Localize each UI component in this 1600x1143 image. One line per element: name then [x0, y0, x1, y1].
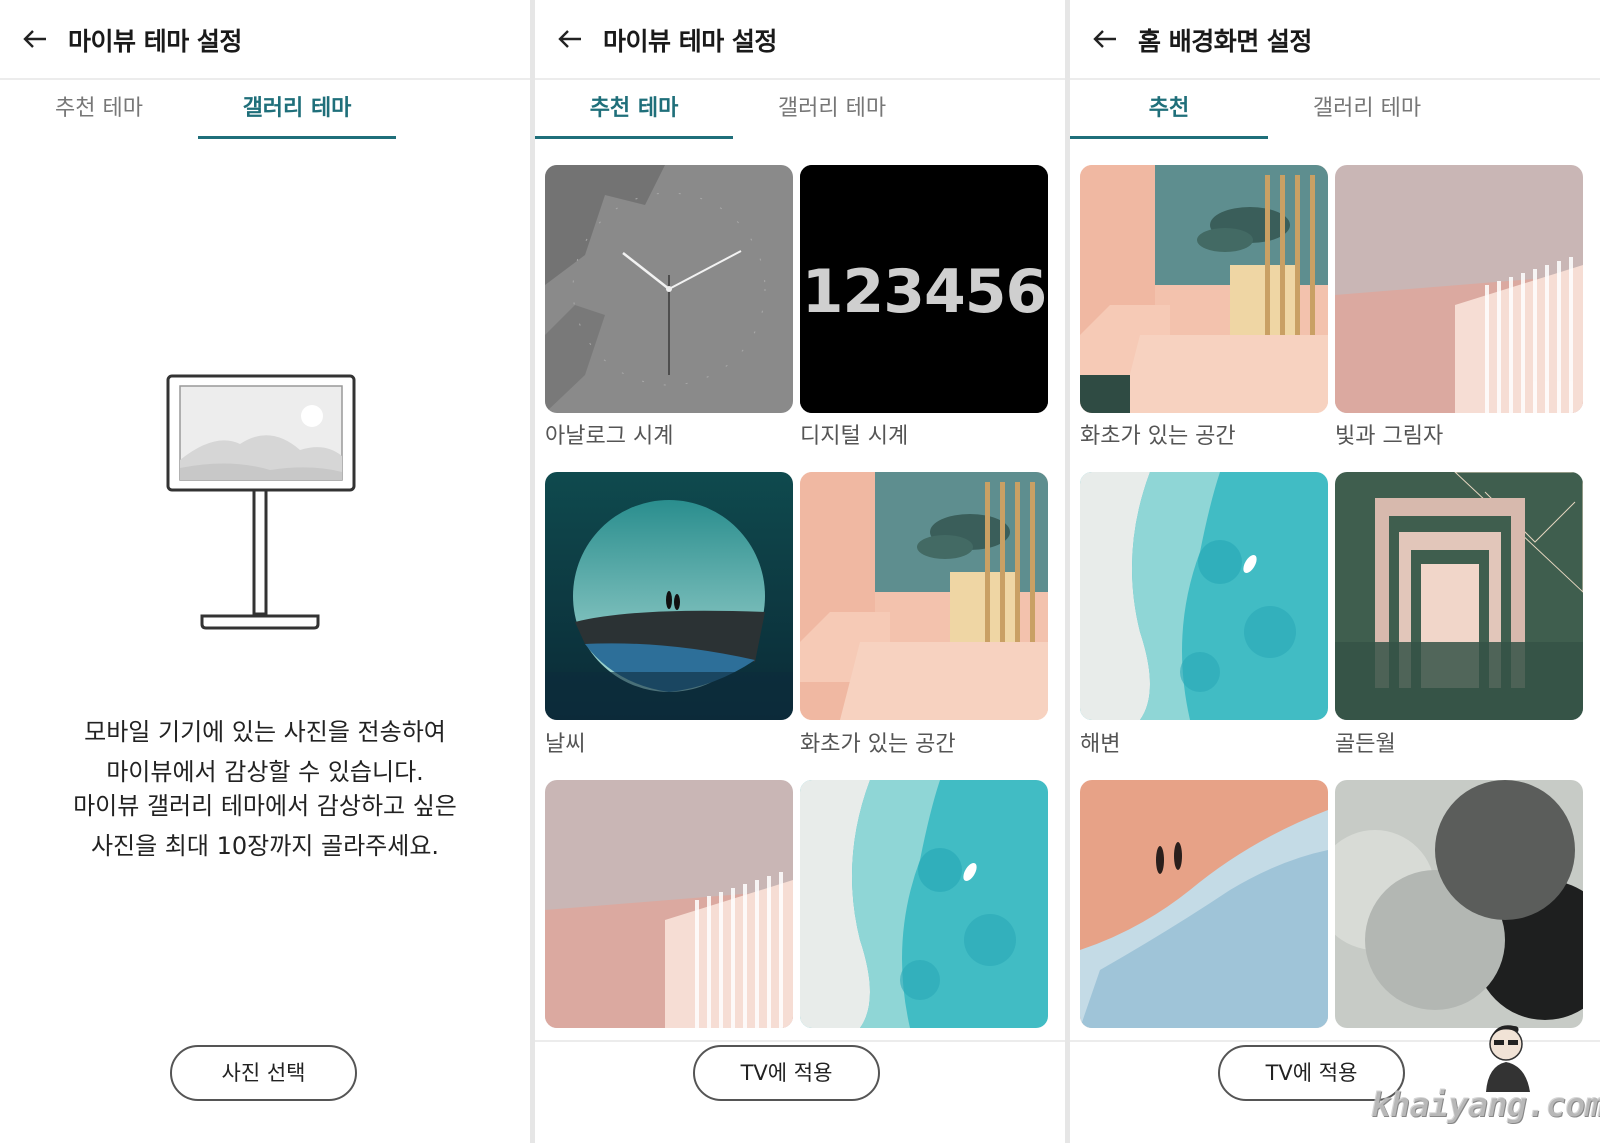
page-title: 마이뷰 테마 설정 — [68, 27, 242, 56]
theme-label: 날씨 — [545, 732, 586, 757]
shore-thumbnail — [1080, 780, 1328, 1028]
theme-label: 화초가 있는 공간 — [800, 732, 956, 757]
theme-tabs: 추천 테마 갤러리 테마 — [535, 80, 1065, 140]
monitor-stand-illustration — [166, 374, 356, 630]
wallpaper-tile-plant-space[interactable] — [1080, 165, 1328, 413]
tab-gallery[interactable]: 갤러리 테마 — [1268, 80, 1466, 138]
gallery-theme-screen: 마이뷰 테마 설정 추천 테마 갤러리 테마 모바일 기기에 있는 사진을 전송… — [0, 0, 530, 1143]
bottom-divider — [535, 1040, 1065, 1042]
analog-clock-thumbnail — [545, 165, 793, 413]
theme-tabs: 추천 테마 갤러리 테마 — [0, 80, 530, 140]
description-line-1: 모바일 기기에 있는 사진을 전송하여 — [84, 718, 446, 746]
theme-tile-plant-space[interactable] — [800, 472, 1048, 720]
beach-thumbnail — [800, 780, 1048, 1028]
wallpaper-tile-shore[interactable] — [1080, 780, 1328, 1028]
theme-label: 아날로그 시계 — [545, 424, 674, 449]
back-arrow-icon[interactable] — [20, 24, 50, 54]
app-header: 마이뷰 테마 설정 — [535, 0, 1065, 80]
tab-recommended[interactable]: 추천 테마 — [535, 80, 733, 139]
page-title: 마이뷰 테마 설정 — [603, 27, 777, 56]
light-shadow-thumbnail — [1335, 165, 1583, 413]
wallpaper-label: 빛과 그림자 — [1335, 424, 1444, 449]
watermark: khaiyang.com — [1370, 1085, 1600, 1125]
wallpaper-label: 골든월 — [1335, 732, 1396, 757]
wallpaper-label: 해변 — [1080, 732, 1121, 757]
page-title: 홈 배경화면 설정 — [1138, 27, 1312, 56]
theme-tile-analog-clock[interactable] — [545, 165, 793, 413]
description-line-4: 사진을 최대 10장까지 골라주세요. — [90, 832, 440, 860]
back-arrow-icon[interactable] — [555, 24, 585, 54]
tab-recommended[interactable]: 추천 테마 — [0, 80, 198, 138]
digital-clock-digits: 123456 — [801, 257, 1048, 327]
tab-recommended[interactable]: 추천 — [1070, 80, 1268, 139]
theme-tile-digital-clock[interactable]: 123456 — [800, 165, 1048, 413]
circles-thumbnail — [1335, 780, 1583, 1028]
app-header: 홈 배경화면 설정 — [1070, 0, 1600, 80]
select-photo-button[interactable]: 사진 선택 — [170, 1045, 357, 1101]
golden-wall-thumbnail — [1335, 472, 1583, 720]
theme-label: 디지털 시계 — [800, 424, 909, 449]
back-arrow-icon[interactable] — [1090, 24, 1120, 54]
wallpaper-label: 화초가 있는 공간 — [1080, 424, 1236, 449]
wallpaper-tile-beach[interactable] — [1080, 472, 1328, 720]
recommended-theme-screen: 마이뷰 테마 설정 추천 테마 갤러리 테마 아날로그 시계 123456 디지… — [535, 0, 1065, 1143]
theme-tile-beach[interactable] — [800, 780, 1048, 1028]
theme-tile-weather[interactable] — [545, 472, 793, 720]
wallpaper-tabs: 추천 갤러리 테마 — [1070, 80, 1600, 140]
wallpaper-tile-circles[interactable] — [1335, 780, 1583, 1028]
plant-space-thumbnail — [800, 472, 1048, 720]
avatar-illustration — [1486, 1025, 1530, 1092]
tab-gallery[interactable]: 갤러리 테마 — [198, 80, 396, 139]
theme-tile-light-shadow[interactable] — [545, 780, 793, 1028]
light-shadow-thumbnail — [545, 780, 793, 1028]
tab-gallery[interactable]: 갤러리 테마 — [733, 80, 931, 138]
weather-thumbnail — [545, 472, 793, 720]
app-header: 마이뷰 테마 설정 — [0, 0, 530, 80]
beach-thumbnail — [1080, 472, 1328, 720]
wallpaper-tile-light-shadow[interactable] — [1335, 165, 1583, 413]
wallpaper-tile-golden-wall[interactable] — [1335, 472, 1583, 720]
apply-to-tv-button[interactable]: TV에 적용 — [693, 1045, 880, 1101]
plant-space-thumbnail — [1080, 165, 1328, 413]
home-wallpaper-screen: 홈 배경화면 설정 추천 갤러리 테마 화초가 있는 공간 빛과 그림자 해변 … — [1070, 0, 1600, 1143]
description-line-3: 마이뷰 갤러리 테마에서 감상하고 싶은 — [73, 792, 457, 820]
